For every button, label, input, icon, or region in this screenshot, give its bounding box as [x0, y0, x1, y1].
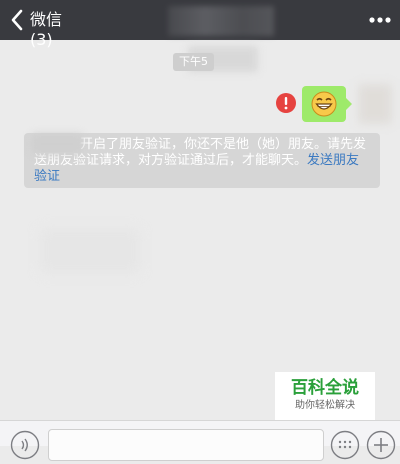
- message-timestamp: 下午5: [173, 53, 214, 71]
- baike-watermark: 百科全说 助你轻松解决: [275, 372, 375, 420]
- watermark-title: 百科全说: [291, 378, 359, 398]
- send-failed-button[interactable]: [276, 93, 296, 113]
- outgoing-message-bubble[interactable]: [302, 86, 352, 122]
- back-button[interactable]: 微信(3): [4, 6, 84, 49]
- more-dots-icon: [369, 17, 391, 23]
- voice-button[interactable]: [10, 430, 40, 460]
- faded-background-artifact: [40, 228, 140, 274]
- back-label: 微信(3): [30, 10, 63, 49]
- send-failed-icon: [276, 93, 296, 113]
- emoji-keyboard-icon: [330, 430, 360, 460]
- more-button[interactable]: [368, 10, 392, 30]
- grinning-emoji-icon: [311, 91, 337, 117]
- my-avatar-redacted[interactable]: [358, 84, 392, 124]
- chevron-left-icon: [11, 9, 23, 31]
- message-input-bar: [0, 420, 400, 461]
- notice-name-redacted: [32, 134, 82, 154]
- voice-icon: [10, 430, 40, 460]
- chat-header: 微信(3): [0, 0, 400, 49]
- message-input[interactable]: [48, 429, 324, 461]
- plus-icon: [366, 430, 396, 460]
- contact-name-redacted: [168, 6, 274, 36]
- watermark-subtitle: 助你轻松解决: [295, 400, 355, 411]
- more-functions-button[interactable]: [366, 430, 396, 460]
- emoji-button[interactable]: [330, 430, 360, 460]
